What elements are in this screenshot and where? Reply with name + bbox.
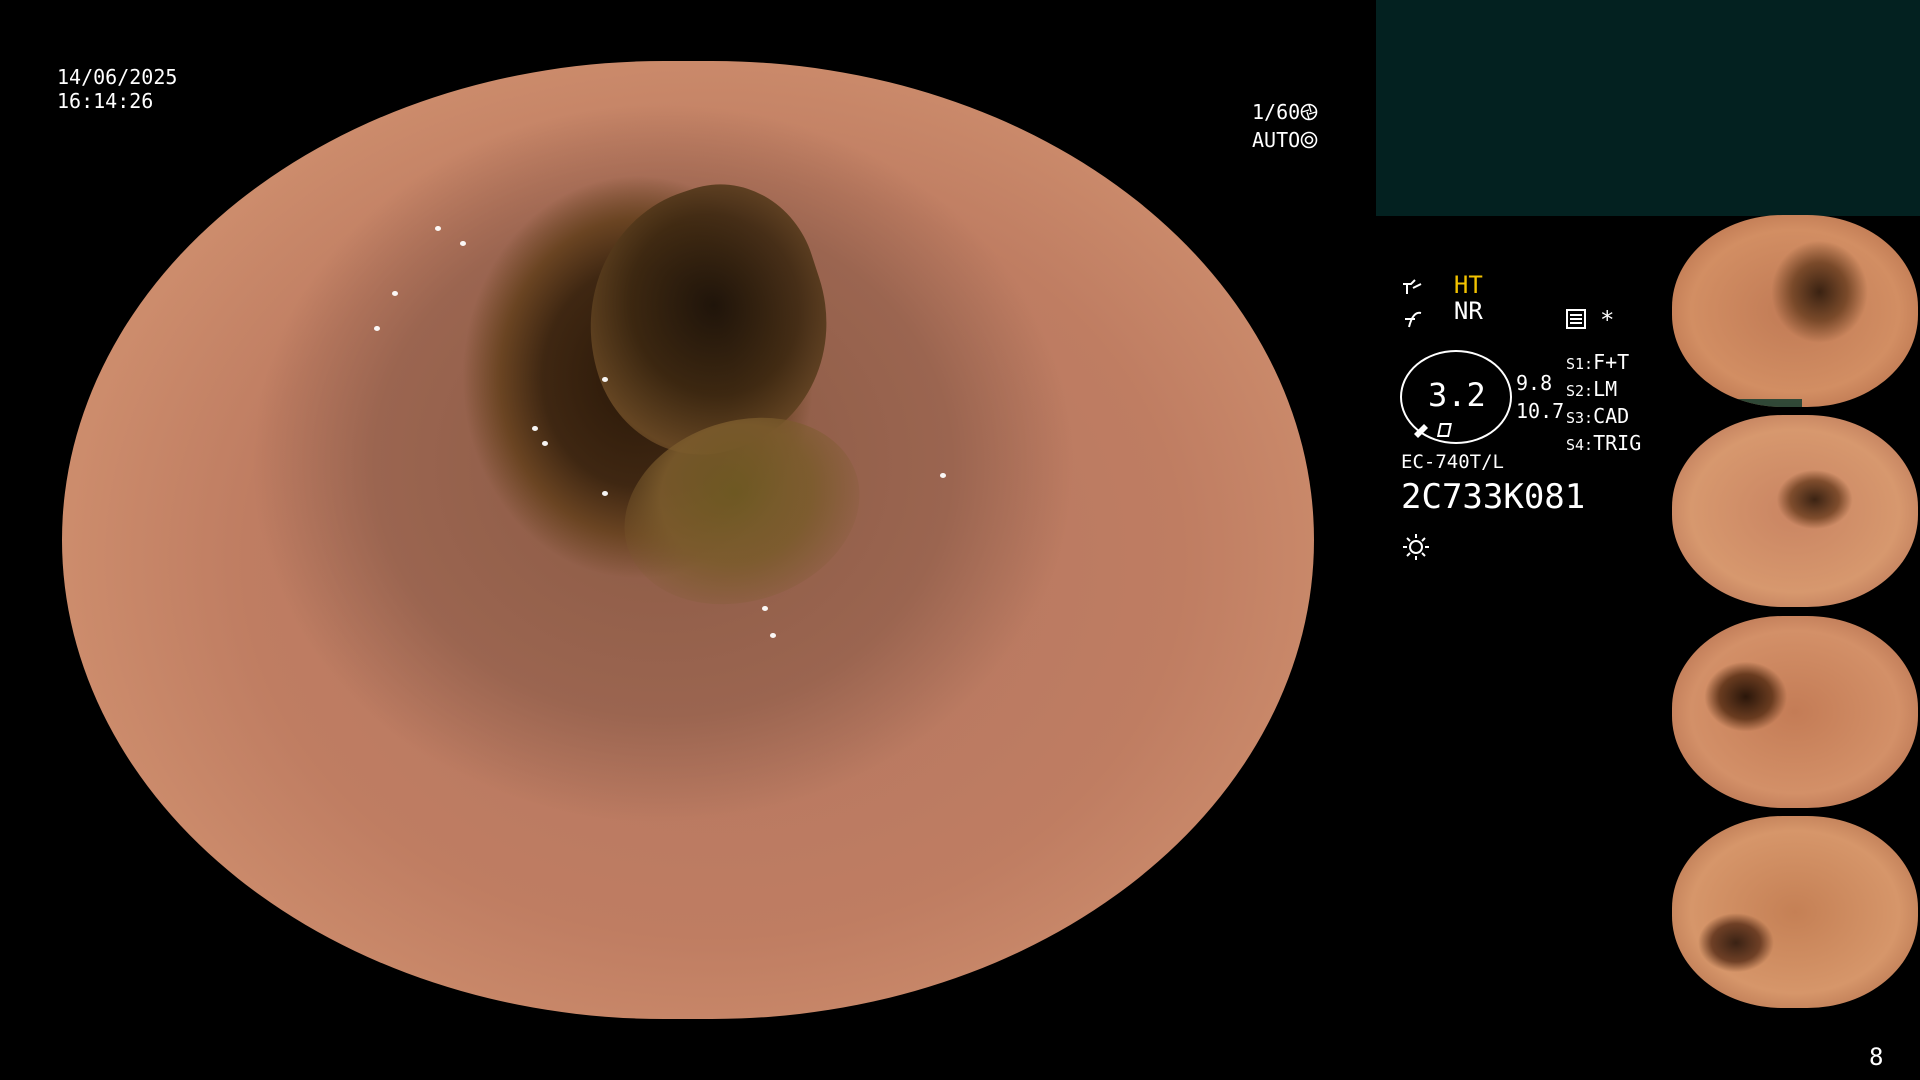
switch-row: S2:LM bbox=[1566, 377, 1618, 401]
iris-icon bbox=[1300, 131, 1318, 149]
thumbnail-3[interactable]: 2C733K081 bbox=[1672, 616, 1918, 808]
mode-ht: HT bbox=[1453, 271, 1483, 299]
light-reflection bbox=[770, 633, 776, 638]
curve-icon bbox=[1403, 279, 1422, 294]
shutter-icon bbox=[1300, 103, 1318, 121]
date-text: 14/06/2025 bbox=[57, 65, 178, 89]
light-reflection bbox=[435, 226, 441, 231]
mode-row: HT NR bbox=[1425, 246, 1483, 324]
value-b: 10.7 bbox=[1516, 399, 1565, 423]
thumbnail-label: 2C733K081 bbox=[1674, 597, 1712, 605]
thumbnail-1[interactable] bbox=[1672, 215, 1918, 407]
switch-row: S4:TRIG bbox=[1566, 431, 1642, 455]
light-reflection bbox=[602, 377, 608, 382]
thumbnail-2[interactable]: 2C733K081 bbox=[1672, 415, 1918, 607]
light-reflection bbox=[532, 426, 538, 431]
switch-row: S1:F+T bbox=[1566, 350, 1630, 374]
thumbnail-label: 2C733K081 bbox=[1674, 798, 1712, 806]
scope-model: EC-740T/L bbox=[1401, 451, 1504, 473]
light-reflection bbox=[460, 241, 466, 246]
iris-mode-text: AUTO bbox=[1252, 128, 1301, 152]
memory-icon bbox=[1566, 309, 1586, 329]
scope-tip-icon bbox=[1414, 423, 1452, 438]
endoscope-view bbox=[62, 61, 1314, 1019]
light-reflection bbox=[762, 606, 768, 611]
value-a: 9.8 bbox=[1516, 371, 1553, 395]
thumbnail-bar bbox=[1672, 399, 1802, 407]
info-panel-top bbox=[1376, 0, 1920, 216]
mode-nr: NR bbox=[1453, 297, 1483, 325]
light-reflection bbox=[542, 441, 548, 446]
switch-row: S3:CAD bbox=[1566, 404, 1630, 428]
filter-icon bbox=[1405, 311, 1422, 328]
light-reflection bbox=[602, 491, 608, 496]
page-number: 8 bbox=[1869, 1043, 1884, 1071]
switch-list: S1:F+T S2:LM S3:CAD S4:TRIG bbox=[1566, 350, 1641, 458]
time-text: 16:14:26 bbox=[57, 89, 154, 113]
light-reflection bbox=[374, 326, 380, 331]
light-reflection bbox=[940, 473, 946, 478]
zoom-value: 3.2 bbox=[1428, 376, 1486, 414]
light-source-icon bbox=[1403, 534, 1429, 560]
serial-number: 2C733K081 bbox=[1401, 477, 1586, 517]
asterisk-text: * bbox=[1600, 306, 1615, 334]
thumbnail-4[interactable]: 2C733K081 bbox=[1672, 816, 1918, 1008]
light-reflection bbox=[392, 291, 398, 296]
shutter-text: 1/60 bbox=[1252, 100, 1301, 124]
thumbnail-label: 2C733K081 bbox=[1674, 998, 1712, 1006]
